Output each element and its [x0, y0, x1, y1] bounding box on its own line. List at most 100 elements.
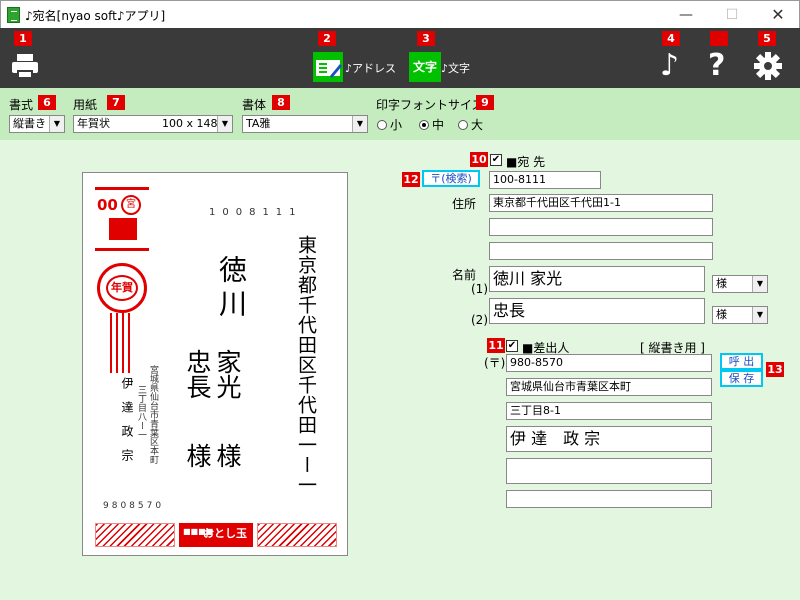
format-select[interactable]: 縦書き ▼ [9, 115, 65, 133]
size-radio-small[interactable]: 小 [377, 116, 402, 133]
badge-11: 11 [487, 338, 505, 353]
card-sender-postal: 9808570 [103, 501, 165, 511]
deco-stripe-right [257, 523, 337, 547]
recipient-name1-input[interactable]: 徳川 家光 [489, 266, 705, 292]
font-select[interactable]: TA雅 ▼ [242, 115, 368, 133]
size-large-label: 大 [471, 118, 484, 132]
gear-icon[interactable] [752, 50, 784, 82]
mode-text-label[interactable]: ♪文字 [441, 60, 470, 76]
nenga-text: 年賀 [106, 275, 138, 301]
recipient-label: ■宛 先 [506, 155, 546, 169]
recipient-name2-input[interactable]: 忠長 [489, 298, 705, 324]
badge-8: 8 [272, 95, 290, 110]
sender-address2-input[interactable]: 三丁目8-1 [506, 402, 712, 420]
postal-search-button[interactable]: 〒(検索) [422, 170, 480, 187]
name2-honorific-value: 様 [716, 308, 727, 321]
help-icon[interactable]: ? [708, 48, 725, 84]
recipient-checkbox[interactable]: ✔ [490, 154, 502, 166]
badge-10: 10 [470, 152, 488, 167]
badge-12: 12 [402, 172, 420, 187]
size-radio-large[interactable]: 大 [458, 116, 483, 133]
address-book-icon [316, 60, 342, 78]
music-note-icon[interactable]: ♪ [660, 48, 679, 84]
paper-select[interactable]: 年賀状 100 x 148 ▼ [73, 115, 233, 133]
sender-name-input[interactable]: 伊 達 政 宗 [506, 426, 712, 452]
font-value: TA雅 [246, 117, 271, 130]
stamp-value: 00 [97, 196, 118, 214]
badge-6: 6 [38, 95, 56, 110]
stamp-illustration [109, 218, 137, 240]
card-sender-name: 伊達政宗 [120, 377, 134, 473]
badge-3: 3 [417, 31, 435, 46]
window-title: ♪宛名[nyao soft♪アプリ] [25, 9, 166, 23]
card-name-given2: 忠長 [183, 349, 212, 399]
card-postal-code: 1008111 [209, 207, 303, 218]
nenga-lines [110, 313, 134, 373]
badge-7: 7 [107, 95, 125, 110]
address-label: 住所 [452, 197, 477, 211]
postcard-preview: 00 宮 年賀 1008111 東京都千代田区千代田一ー一 徳川 家光 忠長 様… [82, 172, 348, 556]
chevron-down-icon: ▼ [217, 116, 232, 132]
minimize-button[interactable]: — [663, 1, 709, 29]
badge-2: 2 [318, 31, 336, 46]
deco-stripe-left [95, 523, 175, 547]
chevron-down-icon: ▼ [49, 116, 64, 132]
badge-hidden [710, 31, 728, 46]
name1-index: (1) [471, 282, 488, 296]
close-button[interactable]: ✕ [755, 1, 800, 29]
format-value: 縦書き [13, 117, 46, 130]
options-bar: 書式 6 縦書き ▼ 用紙 7 年賀状 100 x 148 ▼ 書体 8 TA雅… [0, 88, 800, 140]
sender-extra1-input[interactable] [506, 458, 712, 484]
card-address: 東京都千代田区千代田一ー一 [295, 235, 317, 495]
printer-icon[interactable] [10, 54, 40, 80]
nenga-mark: 年賀 [97, 263, 147, 313]
font-size-label: 印字フォントサイズ [376, 98, 484, 112]
size-radio-medium[interactable]: 中 [419, 116, 444, 133]
chevron-down-icon: ▼ [352, 116, 367, 132]
chevron-down-icon: ▼ [752, 276, 767, 292]
sender-extra2-input[interactable] [506, 490, 712, 508]
size-small-label: 小 [390, 118, 403, 132]
chevron-down-icon: ▼ [752, 307, 767, 323]
app-icon [7, 7, 20, 23]
deco-text: おとし玉 [203, 527, 247, 540]
title-bar: ♪宛名[nyao soft♪アプリ] — ☐ ✕ [0, 0, 800, 28]
sender-postal-mark: (〒) [484, 356, 506, 370]
stamp-area: 00 宮 [95, 187, 149, 251]
recipient-address2-input[interactable] [489, 218, 713, 236]
badge-1: 1 [14, 31, 32, 46]
paper-value: 年賀状 [77, 117, 110, 130]
recipient-address1-input[interactable]: 東京都千代田区千代田1-1 [489, 194, 713, 212]
name1-honorific-select[interactable]: 様 ▼ [712, 275, 768, 293]
sender-postal-input[interactable]: 980-8570 [506, 354, 712, 372]
toolbar: 1 2 ♪アドレス 3 文字 ♪文字 4 ♪ ? 5 [0, 28, 800, 88]
maximize-button[interactable]: ☐ [709, 1, 755, 29]
save-button[interactable]: 保 存 [720, 370, 763, 387]
sender-checkbox[interactable]: ✔ [506, 340, 518, 352]
load-button[interactable]: 呼 出 [720, 353, 763, 370]
card-sender-address1: 宮城県仙台市青葉区本町 [148, 365, 158, 464]
card-name-family: 徳川 [215, 255, 248, 323]
size-medium-label: 中 [432, 118, 445, 132]
address-book-icon[interactable] [313, 52, 343, 82]
format-label: 書式 [9, 98, 34, 112]
badge-4: 4 [662, 31, 680, 46]
badge-9: 9 [476, 95, 494, 110]
font-label: 書体 [242, 98, 267, 112]
name1-honorific-value: 様 [716, 277, 727, 290]
paper-size: 100 x 148 [162, 117, 218, 130]
card-sender-address2: 三丁目八ー一 [136, 385, 146, 439]
name2-honorific-select[interactable]: 様 ▼ [712, 306, 768, 324]
mode-address-label[interactable]: ♪アドレス [345, 60, 396, 76]
sender-address1-input[interactable]: 宮城県仙台市青葉区本町 [506, 378, 712, 396]
text-mode-button[interactable]: 文字 [409, 52, 441, 82]
name2-index: (2) [471, 313, 488, 327]
badge-5: 5 [758, 31, 776, 46]
deco-red-band: ■■■■ おとし玉 [179, 523, 253, 547]
card-honorific-2: 様 [183, 443, 212, 468]
recipient-address3-input[interactable] [489, 242, 713, 260]
recipient-postal-input[interactable]: 100-8111 [489, 171, 601, 189]
paper-label: 用紙 [73, 98, 98, 112]
badge-13: 13 [766, 362, 784, 377]
stamp-seal: 宮 [121, 195, 141, 215]
